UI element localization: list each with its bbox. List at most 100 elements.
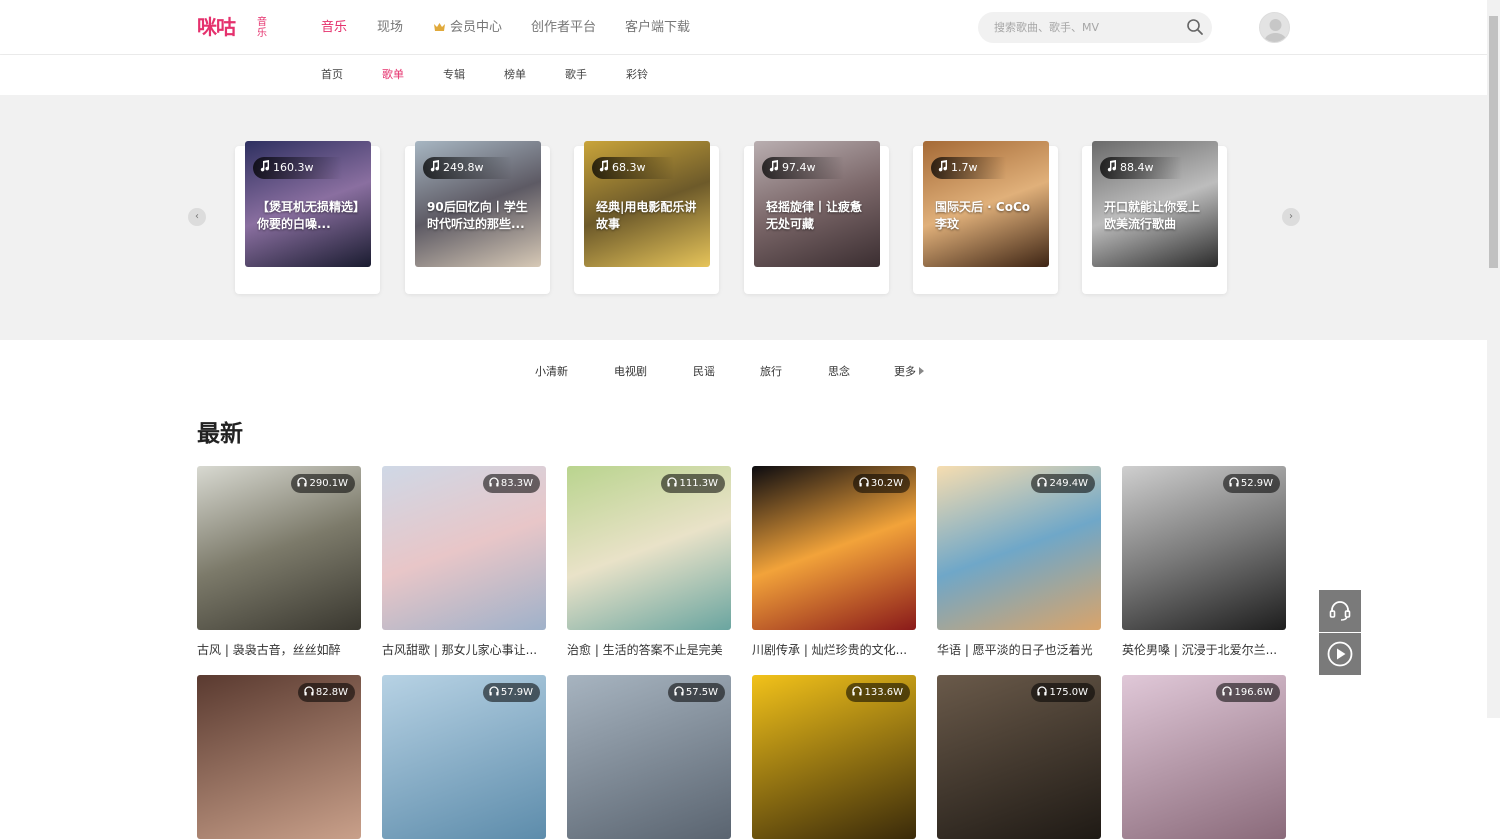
nav-item-download[interactable]: 客户端下载 (625, 18, 690, 38)
nav-item-vip-label: 会员中心 (450, 20, 503, 35)
featured-cover-image: 249.8w 90后回忆向丨学生时代听过的那些... (415, 141, 541, 267)
playlist-title[interactable]: 古风 | 袅袅古音，丝丝如醉 (197, 641, 361, 659)
featured-playlist-card[interactable]: 68.3w 经典|用电影配乐讲故事 (574, 141, 719, 294)
user-avatar[interactable] (1259, 12, 1290, 43)
logo-text: 咪咕 (197, 15, 236, 39)
listen-count-value: 82.8W (315, 687, 348, 698)
playlist-title[interactable]: 英伦男嗓 | 沉浸于北爱尔兰... (1122, 641, 1286, 659)
featured-cover-image: 97.4w 轻摇旋律丨让疲惫无处可藏 (754, 141, 880, 267)
subnav-home[interactable]: 首页 (321, 68, 343, 82)
nav-item-creator[interactable]: 创作者平台 (531, 18, 596, 38)
featured-playlist-title: 经典|用电影配乐讲故事 (596, 200, 697, 231)
featured-cover-image: 88.4w 开口就能让你爱上欧美流行歌曲 (1092, 141, 1218, 267)
category-more-button[interactable]: 更多 (894, 364, 924, 380)
play-count-badge: 68.3w (592, 157, 674, 179)
headphones-icon (304, 686, 314, 696)
featured-playlist-title: 开口就能让你爱上欧美流行歌曲 (1104, 200, 1201, 231)
headphones-icon (1222, 686, 1233, 696)
listen-count-badge: 175.0W (1031, 683, 1095, 702)
search-input[interactable] (992, 12, 1182, 43)
subnav-singers[interactable]: 歌手 (565, 68, 587, 82)
logo-sub-text: 音乐 (257, 17, 267, 39)
playlist-title[interactable]: 古风甜歌 | 那女儿家心事让... (382, 641, 546, 659)
scrollbar-thumb[interactable] (1489, 16, 1498, 268)
headphones-icon (1037, 477, 1048, 487)
headphones-icon (1037, 686, 1048, 696)
featured-playlist-title: 【煲耳机无损精选】你要的白噪... (257, 200, 360, 231)
headphones-icon (674, 686, 684, 696)
play-count-value: 160.3w (273, 161, 314, 174)
music-note-icon (1107, 160, 1117, 172)
listen-count-value: 290.1W (309, 478, 348, 489)
headphones-icon (489, 686, 499, 696)
featured-playlist-title: 90后回忆向丨学生时代听过的那些... (427, 200, 528, 231)
playlist-title[interactable]: 治愈 | 生活的答案不止是完美 (567, 641, 731, 659)
category-more-label: 更多 (894, 365, 916, 378)
listen-count-badge: 83.3W (482, 474, 540, 493)
search-box (978, 12, 1212, 43)
subnav-ringtones[interactable]: 彩铃 (626, 68, 648, 82)
subnav-playlists[interactable]: 歌单 (382, 68, 404, 82)
category-tab[interactable]: 思念 (828, 364, 850, 380)
featured-playlist-card[interactable]: 160.3w 【煲耳机无损精选】你要的白噪... (235, 141, 380, 294)
featured-playlist-title: 国际天后 · CoCo李玟 (935, 200, 1031, 231)
playlist-cover-image: 175.0W (937, 675, 1101, 839)
featured-playlist-card[interactable]: 97.4w 轻摇旋律丨让疲惫无处可藏 (744, 141, 889, 294)
listen-count-badge: 57.5W (667, 683, 725, 702)
headphones-icon (297, 477, 308, 487)
category-tab[interactable]: 旅行 (760, 364, 782, 380)
listen-count-badge: 290.1W (291, 474, 355, 493)
playlist-title[interactable]: 华语 | 愿平淡的日子也泛着光 (937, 641, 1101, 659)
featured-playlist-card[interactable]: 249.8w 90后回忆向丨学生时代听过的那些... (405, 141, 550, 294)
customer-service-button[interactable] (1319, 590, 1361, 632)
category-tabs: 小清新 电视剧 民谣 旅行 思念 更多 (0, 364, 1487, 382)
play-count-badge: 1.7w (931, 157, 1006, 179)
play-count-badge: 88.4w (1100, 157, 1182, 179)
playlist-cover-image: 82.8W (197, 675, 361, 839)
subnav-albums[interactable]: 专辑 (443, 68, 465, 82)
playlist-cover-image: 111.3W (567, 466, 731, 630)
sub-nav: 首页 歌单 专辑 榜单 歌手 彩铃 (0, 55, 1487, 95)
play-count-value: 1.7w (951, 161, 978, 174)
page-scrollbar[interactable] (1487, 0, 1500, 718)
playlist-title[interactable]: 川剧传承 | 灿烂珍贵的文化... (752, 641, 916, 659)
playlist-cover-image: 30.2W (752, 466, 916, 630)
music-note-icon (260, 160, 270, 172)
play-count-badge: 97.4w (762, 157, 844, 179)
headphones-icon (667, 477, 678, 487)
featured-playlist-card[interactable]: 88.4w 开口就能让你爱上欧美流行歌曲 (1082, 141, 1227, 294)
featured-playlist-card[interactable]: 1.7w 国际天后 · CoCo李玟 (913, 141, 1058, 294)
category-tab[interactable]: 电视剧 (614, 364, 647, 380)
category-tab[interactable]: 民谣 (693, 364, 715, 380)
section-title: 最新 (197, 421, 243, 447)
play-count-value: 249.8w (443, 161, 484, 174)
carousel-next-arrow-icon[interactable]: › (1282, 208, 1300, 226)
headphones-icon (859, 477, 869, 487)
crown-icon (434, 23, 445, 31)
playlist-cover-image: 57.5W (567, 675, 731, 839)
subnav-charts[interactable]: 榜单 (504, 68, 526, 82)
play-count-value: 68.3w (612, 161, 646, 174)
open-player-button[interactable] (1319, 633, 1361, 675)
headphones-icon (489, 477, 499, 487)
featured-carousel: ‹ › 160.3w 【煲耳机无损精选】你要的白噪... 249.8w 90后回… (0, 95, 1487, 340)
listen-count-value: 30.2W (870, 478, 903, 489)
listen-count-badge: 57.9W (482, 683, 540, 702)
music-note-icon (599, 160, 609, 172)
listen-count-value: 111.3W (679, 478, 718, 489)
nav-item-live[interactable]: 现场 (377, 18, 403, 38)
avatar-placeholder-icon (1264, 19, 1287, 42)
nav-item-music[interactable]: 音乐 (321, 18, 347, 38)
listen-count-value: 57.5W (685, 687, 718, 698)
listen-count-badge: 52.9W (1222, 474, 1280, 493)
search-icon[interactable] (1186, 18, 1204, 36)
listen-count-badge: 249.4W (1031, 474, 1095, 493)
playlist-cover-image: 133.6W (752, 675, 916, 839)
top-header: 咪咕 音乐 音乐 现场 会员中心 创作者平台 客户端下载 (0, 0, 1487, 55)
listen-count-badge: 133.6W (846, 683, 910, 702)
playlist-cover-image: 249.4W (937, 466, 1101, 630)
carousel-prev-arrow-icon[interactable]: ‹ (188, 208, 206, 226)
category-tab[interactable]: 小清新 (535, 364, 568, 380)
nav-item-vip[interactable]: 会员中心 (433, 18, 502, 38)
listen-count-value: 196.6W (1234, 687, 1273, 698)
